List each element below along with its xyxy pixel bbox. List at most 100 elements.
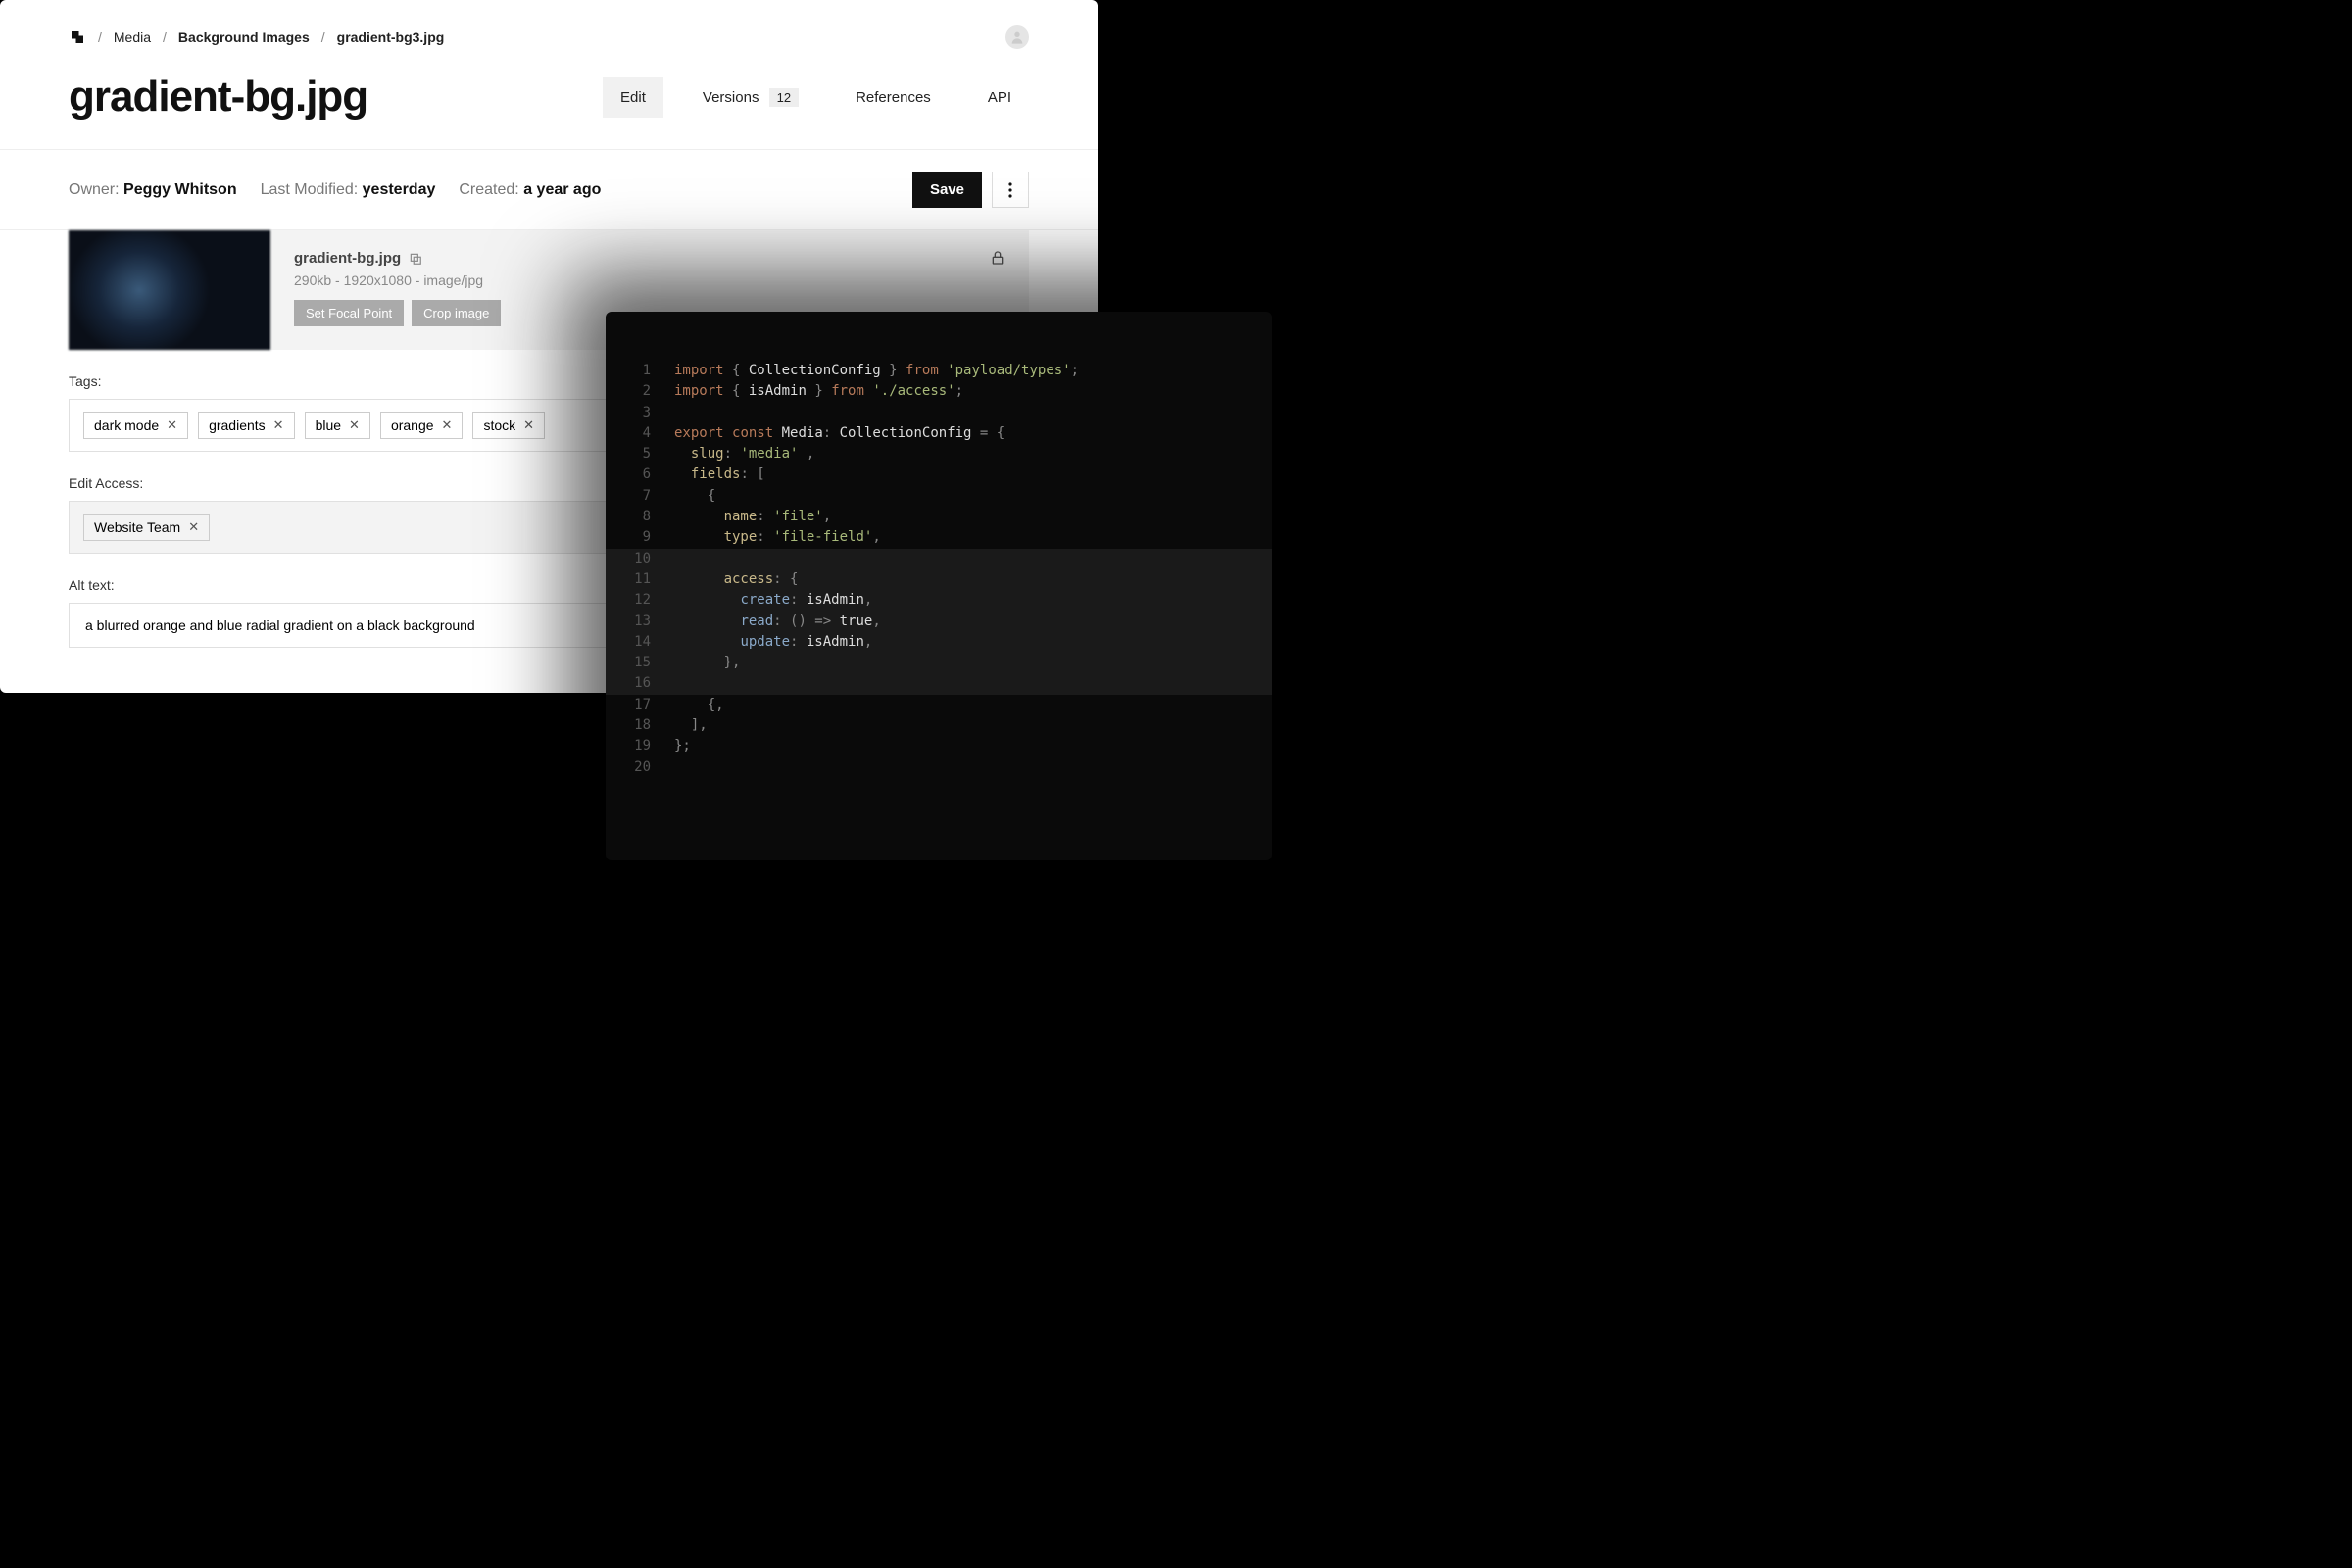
tag: orange ✕: [380, 412, 464, 439]
line-number: 2: [606, 381, 674, 402]
line-number: 6: [606, 465, 674, 485]
code-line: 20: [606, 758, 1272, 778]
breadcrumb: / Media / Background Images / gradient-b…: [0, 0, 1098, 49]
line-number: 19: [606, 736, 674, 757]
code-line: 10: [606, 549, 1272, 569]
line-number: 9: [606, 527, 674, 548]
crumb-sep: /: [98, 29, 102, 45]
meta-row: Owner: Peggy Whitson Last Modified: yest…: [0, 150, 1098, 229]
code-content: },: [674, 653, 740, 673]
tag: stock✕: [472, 412, 545, 439]
modified-value: yesterday: [363, 181, 436, 198]
tab-api[interactable]: API: [970, 77, 1029, 118]
code-line: 16: [606, 673, 1272, 694]
code-panel: 1import { CollectionConfig } from 'paylo…: [606, 312, 1272, 860]
more-vertical-icon: [1008, 182, 1012, 198]
lock-icon: [990, 250, 1005, 266]
line-number: 15: [606, 653, 674, 673]
created-value: a year ago: [523, 181, 601, 198]
line-number: 3: [606, 403, 674, 423]
crumb-sep: /: [321, 29, 325, 45]
code-content: type: 'file-field',: [674, 527, 881, 548]
code-content: };: [674, 736, 691, 757]
tag-label: gradients: [209, 417, 266, 433]
code-line: 4export const Media: CollectionConfig = …: [606, 423, 1272, 444]
code-line: 6 fields: [: [606, 465, 1272, 485]
line-number: 17: [606, 695, 674, 715]
code-line: 7 {: [606, 486, 1272, 507]
crop-image-button[interactable]: Crop image: [412, 300, 501, 326]
more-actions-button[interactable]: [992, 172, 1029, 208]
code-line: 3: [606, 403, 1272, 423]
created-label: Created:: [459, 181, 518, 198]
tag-remove-icon[interactable]: ✕: [273, 417, 284, 433]
access-tag: Website Team ✕: [83, 514, 210, 541]
code-content: {,: [674, 695, 724, 715]
tag-remove-icon[interactable]: ✕: [349, 417, 360, 433]
code-content: ],: [674, 715, 708, 736]
tag-remove-icon[interactable]: ✕: [167, 417, 177, 433]
file-thumbnail[interactable]: [69, 230, 270, 350]
tab-references[interactable]: References: [838, 77, 949, 118]
code-content: import { isAdmin } from './access';: [674, 381, 963, 402]
owner-meta: Owner: Peggy Whitson: [69, 181, 237, 199]
code-line: 13 read: () => true,: [606, 612, 1272, 632]
code-line: 18 ],: [606, 715, 1272, 736]
line-number: 5: [606, 444, 674, 465]
line-number: 13: [606, 612, 674, 632]
code-line: 12 create: isAdmin,: [606, 590, 1272, 611]
code-content: import { CollectionConfig } from 'payloa…: [674, 361, 1079, 381]
file-meta: 290kb - 1920x1080 - image/jpg: [294, 272, 1005, 288]
modified-meta: Last Modified: yesterday: [261, 181, 436, 199]
code-line: 11 access: {: [606, 569, 1272, 590]
tab-versions[interactable]: Versions 12: [685, 76, 816, 119]
code-line: 19};: [606, 736, 1272, 757]
tab-edit[interactable]: Edit: [603, 77, 663, 118]
tag-label: blue: [316, 417, 341, 433]
code-content: export const Media: CollectionConfig = {: [674, 423, 1004, 444]
code-line: 1import { CollectionConfig } from 'paylo…: [606, 361, 1272, 381]
created-meta: Created: a year ago: [459, 181, 601, 199]
title-row: gradient-bg.jpg Edit Versions 12 Referen…: [0, 49, 1098, 149]
code-line: 2import { isAdmin } from './access';: [606, 381, 1272, 402]
code-line: 17 {,: [606, 695, 1272, 715]
code-line: 5 slug: 'media' ,: [606, 444, 1272, 465]
line-number: 12: [606, 590, 674, 611]
code-content: create: isAdmin,: [674, 590, 872, 611]
line-number: 8: [606, 507, 674, 527]
versions-count-badge: 12: [769, 88, 799, 107]
tag-label: dark mode: [94, 417, 159, 433]
breadcrumb-bg-images[interactable]: Background Images: [178, 29, 310, 45]
code-content: update: isAdmin,: [674, 632, 872, 653]
tag-label: orange: [391, 417, 434, 433]
line-number: 4: [606, 423, 674, 444]
tab-versions-label: Versions: [703, 89, 760, 106]
crumb-sep: /: [163, 29, 167, 45]
tag-remove-icon[interactable]: ✕: [188, 519, 199, 535]
owner-label: Owner:: [69, 181, 120, 198]
line-number: 16: [606, 673, 674, 694]
line-number: 18: [606, 715, 674, 736]
code-content: fields: [: [674, 465, 765, 485]
file-name-row: gradient-bg.jpg: [294, 250, 1005, 267]
owner-value: Peggy Whitson: [123, 181, 237, 198]
tag: dark mode ✕: [83, 412, 188, 439]
code-line: 8 name: 'file',: [606, 507, 1272, 527]
copy-icon[interactable]: [409, 252, 422, 266]
code-content: {: [674, 486, 715, 507]
breadcrumb-media[interactable]: Media: [114, 29, 151, 45]
tag-remove-icon[interactable]: ✕: [442, 417, 453, 433]
file-name: gradient-bg.jpg: [294, 250, 401, 267]
logo-icon[interactable]: [69, 28, 86, 46]
code-content: name: 'file',: [674, 507, 831, 527]
save-button[interactable]: Save: [912, 172, 982, 208]
modified-label: Last Modified:: [261, 181, 359, 198]
tag-label: Website Team: [94, 519, 180, 535]
tag: blue ✕: [305, 412, 370, 439]
code-line: 15 },: [606, 653, 1272, 673]
line-number: 10: [606, 549, 674, 569]
tag-remove-icon[interactable]: ✕: [523, 417, 534, 433]
line-number: 14: [606, 632, 674, 653]
set-focal-point-button[interactable]: Set Focal Point: [294, 300, 404, 326]
avatar[interactable]: [1005, 25, 1029, 49]
